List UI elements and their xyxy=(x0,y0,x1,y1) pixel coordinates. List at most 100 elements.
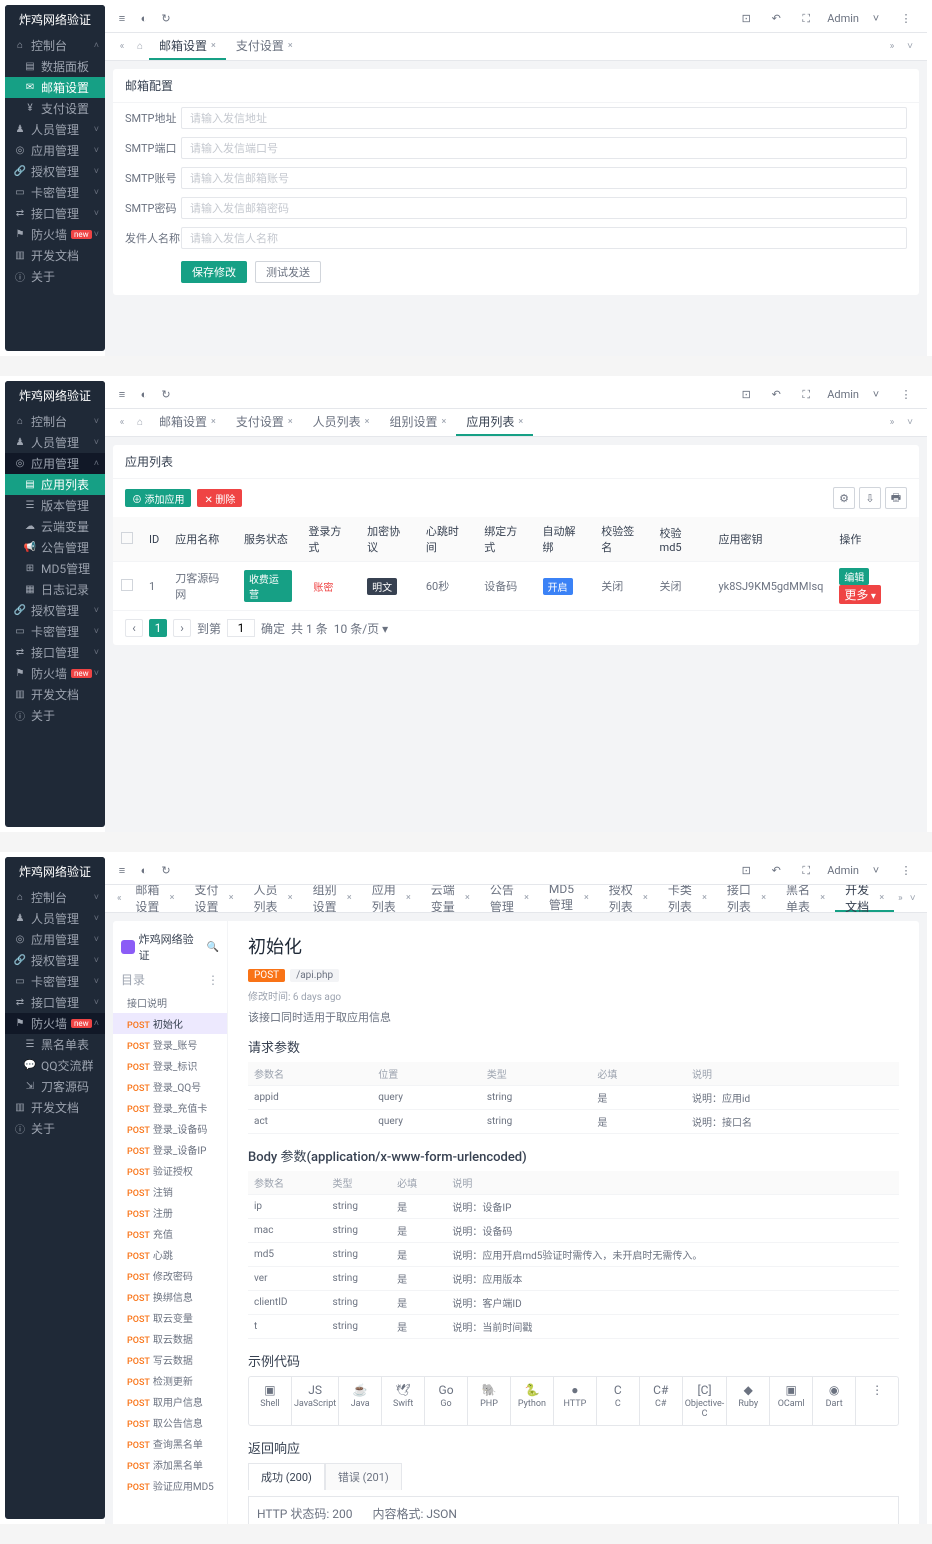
home-icon[interactable]: ⌂ xyxy=(131,409,149,436)
nav-qq[interactable]: 💬QQ交流群 xyxy=(5,1055,105,1076)
checkbox-row[interactable] xyxy=(121,579,133,591)
pager-per[interactable]: 10 条/页 ▾ xyxy=(334,620,388,637)
lang-tab[interactable]: 🕊Swift xyxy=(382,1377,425,1425)
nav-firewall[interactable]: ⚑防火墙new˅ xyxy=(5,224,105,245)
smtp-port-input[interactable] xyxy=(181,137,907,159)
tab-item[interactable]: 应用列表× xyxy=(362,885,421,912)
lang-tab[interactable]: C#C# xyxy=(640,1377,683,1425)
delete-button[interactable]: ✕ 删除 xyxy=(197,489,242,507)
tab-item[interactable]: MD5管理× xyxy=(539,885,599,912)
fullscreen-icon[interactable]: ⛶ xyxy=(797,386,815,404)
lang-tab[interactable]: GoGo xyxy=(425,1377,468,1425)
tab-item[interactable]: 人员列表× xyxy=(303,409,380,436)
nav-about[interactable]: ⓘ关于 xyxy=(5,266,105,287)
nav-staff[interactable]: ♟人员管理˅ xyxy=(5,119,105,140)
tab-item[interactable]: 云端变量× xyxy=(421,885,480,912)
lang-tab[interactable]: JSJavaScript xyxy=(292,1377,339,1425)
nav-devdoc[interactable]: ▥开发文档 xyxy=(5,1097,105,1118)
tabs-nav-icon[interactable]: » xyxy=(894,885,906,912)
export-icon[interactable]: ⇩ xyxy=(859,487,881,509)
api-list-item[interactable]: POST登录_充值卡 xyxy=(113,1097,227,1118)
tab-item[interactable]: 应用列表× xyxy=(456,409,533,436)
pager-next[interactable]: › xyxy=(173,619,191,637)
nav-app[interactable]: ◎应用管理˄ xyxy=(5,453,105,474)
api-list-item[interactable]: POST充值 xyxy=(113,1223,227,1244)
pager-confirm[interactable]: 确定 xyxy=(261,620,285,637)
api-list-item[interactable]: POST心跳 xyxy=(113,1244,227,1265)
refresh-icon[interactable]: ↻ xyxy=(157,10,175,28)
nav-console[interactable]: ⌂控制台˄ xyxy=(5,35,105,56)
nav-auth[interactable]: 🔗授权管理˅ xyxy=(5,950,105,971)
menu-toggle-icon[interactable]: ≡ xyxy=(113,10,131,28)
return-icon[interactable]: ↶ xyxy=(767,10,785,28)
lang-tab[interactable]: 🐘PHP xyxy=(468,1377,511,1425)
menu-toggle-icon[interactable]: ≡ xyxy=(113,386,131,404)
return-icon[interactable]: ↶ xyxy=(767,862,785,880)
api-list-item[interactable]: POST验证应用MD5 xyxy=(113,1475,227,1496)
fullscreen-icon[interactable]: ⛶ xyxy=(797,862,815,880)
api-list-item[interactable]: POST登录_标识 xyxy=(113,1055,227,1076)
nav-devdoc[interactable]: ▥开发文档 xyxy=(5,245,105,266)
api-list-item[interactable]: POST登录_账号 xyxy=(113,1034,227,1055)
api-list-item[interactable]: POST取云数据 xyxy=(113,1328,227,1349)
tabs-next-icon[interactable]: » xyxy=(883,409,901,436)
api-list-item[interactable]: POST添加黑名单 xyxy=(113,1454,227,1475)
pager-prev[interactable]: ‹ xyxy=(125,619,143,637)
nav-md5[interactable]: ⊞MD5管理 xyxy=(5,558,105,579)
nav-pay[interactable]: ¥支付设置 xyxy=(5,98,105,119)
nav-auth[interactable]: 🔗授权管理˅ xyxy=(5,161,105,182)
refresh-icon[interactable]: ↻ xyxy=(157,862,175,880)
api-list-item[interactable]: POST取云变量 xyxy=(113,1307,227,1328)
lang-tab[interactable]: ▣Shell xyxy=(249,1377,292,1425)
tab-item[interactable]: 邮箱设置× xyxy=(149,409,226,436)
tabs-prev-icon[interactable]: « xyxy=(113,885,125,912)
nav-dashboard[interactable]: ▤数据面板 xyxy=(5,56,105,77)
api-list-item[interactable]: POST检测更新 xyxy=(113,1370,227,1391)
checkbox-all[interactable] xyxy=(121,532,133,544)
pager-page[interactable]: 1 xyxy=(149,619,167,637)
nav-about[interactable]: ⓘ关于 xyxy=(5,705,105,726)
nav-auth[interactable]: 🔗授权管理˅ xyxy=(5,600,105,621)
moon-icon[interactable]: ◐ xyxy=(135,862,153,880)
nav-about[interactable]: ⓘ关于 xyxy=(5,1118,105,1139)
nav-cloudvar[interactable]: ☁云端变量 xyxy=(5,516,105,537)
moon-icon[interactable]: ◐ xyxy=(135,10,153,28)
admin-label[interactable]: Admin xyxy=(827,12,859,25)
api-list-item[interactable]: POST登录_设备IP xyxy=(113,1139,227,1160)
tab-item[interactable]: 授权列表× xyxy=(599,885,658,912)
tab-item[interactable]: 组别设置× xyxy=(303,885,362,912)
save-button[interactable]: 保存修改 xyxy=(181,261,247,283)
tab-item[interactable]: 支付设置× xyxy=(184,885,243,912)
doc-category[interactable]: 目录⋮ xyxy=(113,967,227,992)
lang-tab[interactable]: ▣OCaml xyxy=(770,1377,813,1425)
nav-firewall[interactable]: ⚑防火墙new˄ xyxy=(5,1013,105,1034)
lang-more[interactable]: ⋮ xyxy=(856,1377,898,1425)
tabs-prev-icon[interactable]: « xyxy=(113,409,131,436)
chevron-down-icon[interactable]: ˅ xyxy=(867,10,885,28)
tab-item[interactable]: 接口列表× xyxy=(717,885,776,912)
tab-item[interactable]: 开发文档× xyxy=(835,885,894,912)
nav-firewall[interactable]: ⚑防火墙new˅ xyxy=(5,663,105,684)
moon-icon[interactable]: ◐ xyxy=(135,386,153,404)
resp-tab-error[interactable]: 错误 (201) xyxy=(325,1463,402,1490)
nav-console[interactable]: ⌂控制台˅ xyxy=(5,887,105,908)
api-list-item[interactable]: POST注销 xyxy=(113,1181,227,1202)
smtp-addr-input[interactable] xyxy=(181,107,907,129)
sender-input[interactable] xyxy=(181,227,907,249)
smtp-pwd-input[interactable] xyxy=(181,197,907,219)
nav-source[interactable]: ⇲刀客源码 xyxy=(5,1076,105,1097)
notif-icon[interactable]: ⊡ xyxy=(737,10,755,28)
api-list-item[interactable]: POST初始化 xyxy=(113,1013,227,1034)
nav-version[interactable]: ☰版本管理 xyxy=(5,495,105,516)
nav-app[interactable]: ◎应用管理˅ xyxy=(5,929,105,950)
tab-item[interactable]: 组别设置× xyxy=(379,409,456,436)
api-list-item[interactable]: POST注册 xyxy=(113,1202,227,1223)
tabs-down-icon[interactable]: ˅ xyxy=(901,33,919,60)
tab-item[interactable]: 邮箱设置× xyxy=(125,885,184,912)
search-icon[interactable]: 🔍 xyxy=(207,942,219,953)
tab-item[interactable]: 黑名单表× xyxy=(776,885,835,912)
nav-mail[interactable]: ✉邮箱设置 xyxy=(5,77,105,98)
api-list-item[interactable]: POST写云数据 xyxy=(113,1349,227,1370)
nav-staff[interactable]: ♟人员管理˅ xyxy=(5,432,105,453)
more-icon[interactable]: ⋮ xyxy=(897,386,915,404)
